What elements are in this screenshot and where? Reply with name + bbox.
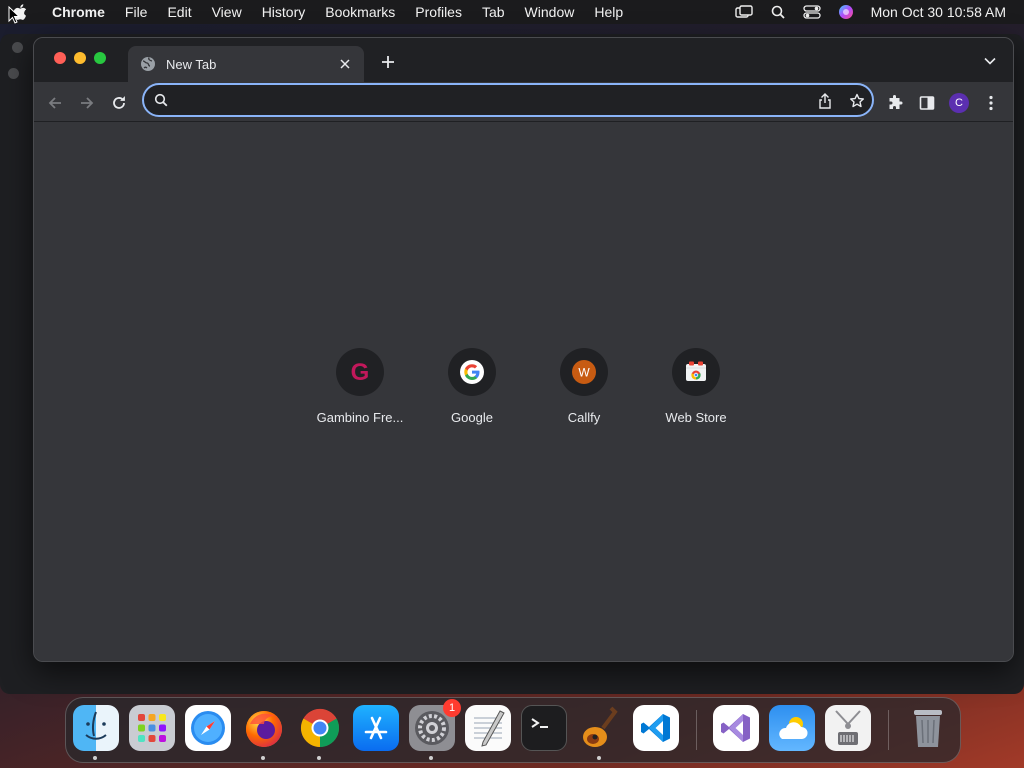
side-panel-button[interactable] — [914, 90, 940, 116]
dock-separator — [888, 710, 889, 750]
menu-app-name[interactable]: Chrome — [40, 0, 115, 24]
close-tab-icon[interactable] — [336, 55, 354, 73]
chrome-menu-button[interactable] — [978, 90, 1004, 116]
notification-badge: 1 — [443, 699, 461, 717]
bg-window-control — [12, 42, 23, 53]
menu-tab[interactable]: Tab — [472, 0, 515, 24]
shortcut-web-store[interactable]: Web Store — [640, 348, 752, 425]
dock: 1 — [65, 697, 961, 763]
forward-button[interactable] — [74, 90, 100, 116]
avatar: C — [949, 93, 969, 113]
safari-icon[interactable] — [185, 705, 231, 751]
app-store-icon[interactable] — [353, 705, 399, 751]
shortcut-label: Gambino Fre... — [316, 410, 404, 425]
menu-help[interactable]: Help — [584, 0, 633, 24]
chrome-window: New Tab C G Gambino Fre... Google W Call… — [33, 37, 1014, 662]
menu-bar: Chrome File Edit View History Bookmarks … — [0, 0, 1024, 24]
textedit-icon[interactable] — [465, 705, 511, 751]
address-input[interactable] — [178, 89, 798, 111]
menu-edit[interactable]: Edit — [157, 0, 201, 24]
back-button[interactable] — [42, 90, 68, 116]
globe-icon — [140, 56, 156, 72]
garageband-icon[interactable] — [577, 705, 623, 751]
window-controls — [54, 52, 106, 64]
profile-avatar-button[interactable]: C — [946, 90, 972, 116]
svg-text:W: W — [578, 366, 590, 380]
trash-icon[interactable] — [905, 705, 951, 751]
mouse-cursor-icon — [8, 5, 21, 29]
archive-utility-icon[interactable] — [825, 705, 871, 751]
shortcuts-grid: G Gambino Fre... Google W Callfy Web Sto… — [304, 348, 752, 425]
menu-window[interactable]: Window — [515, 0, 585, 24]
dock-separator — [696, 710, 697, 750]
extensions-button[interactable] — [882, 90, 908, 116]
gambino-icon: G — [336, 348, 384, 396]
system-settings-icon[interactable]: 1 — [409, 699, 461, 751]
address-bar[interactable] — [142, 83, 874, 117]
siri-icon[interactable] — [829, 0, 863, 24]
shortcut-label: Callfy — [567, 410, 601, 425]
search-icon — [154, 93, 170, 109]
shortcut-label: Web Store — [665, 410, 727, 425]
bg-window-control — [8, 68, 19, 79]
tab-new-tab[interactable]: New Tab — [128, 46, 364, 82]
finder-icon[interactable] — [73, 705, 119, 751]
running-indicator — [429, 756, 433, 760]
tab-title: New Tab — [166, 56, 217, 72]
callfy-icon: W — [560, 348, 608, 396]
svg-text:G: G — [351, 359, 370, 385]
new-tab-button[interactable] — [376, 50, 400, 74]
weather-icon[interactable] — [769, 705, 815, 751]
menu-file[interactable]: File — [115, 0, 158, 24]
minimize-window-button[interactable] — [74, 52, 86, 64]
tab-strip: New Tab — [34, 38, 1013, 82]
shortcut-callfy[interactable]: W Callfy — [528, 348, 640, 425]
menu-profiles[interactable]: Profiles — [405, 0, 472, 24]
close-window-button[interactable] — [54, 52, 66, 64]
menu-clock[interactable]: Mon Oct 30 10:58 AM — [863, 4, 1024, 20]
vscode-icon[interactable] — [633, 705, 679, 751]
terminal-icon[interactable] — [521, 705, 567, 751]
bookmark-star-icon[interactable] — [848, 92, 866, 110]
menu-bookmarks[interactable]: Bookmarks — [315, 0, 405, 24]
shortcut-label: Google — [451, 410, 493, 425]
tab-search-chevron-icon[interactable] — [981, 52, 999, 70]
menu-view[interactable]: View — [202, 0, 252, 24]
screen-mirroring-icon[interactable] — [727, 0, 761, 24]
menu-history[interactable]: History — [252, 0, 316, 24]
shortcut-gambino[interactable]: G Gambino Fre... — [304, 348, 416, 425]
chrome-app-icon[interactable] — [297, 705, 343, 751]
google-icon — [448, 348, 496, 396]
share-icon[interactable] — [816, 92, 834, 110]
running-indicator — [261, 756, 265, 760]
maximize-window-button[interactable] — [94, 52, 106, 64]
new-tab-page: G Gambino Fre... Google W Callfy Web Sto… — [34, 122, 1013, 661]
running-indicator — [597, 756, 601, 760]
reload-button[interactable] — [106, 90, 132, 116]
launchpad-icon[interactable] — [129, 705, 175, 751]
webstore-icon — [672, 348, 720, 396]
shortcut-google[interactable]: Google — [416, 348, 528, 425]
visual-studio-icon[interactable] — [713, 705, 759, 751]
apple-menu-icon[interactable] — [0, 4, 40, 20]
running-indicator — [93, 756, 97, 760]
spotlight-search-icon[interactable] — [761, 0, 795, 24]
control-center-icon[interactable] — [795, 0, 829, 24]
running-indicator — [317, 756, 321, 760]
firefox-icon[interactable] — [241, 705, 287, 751]
